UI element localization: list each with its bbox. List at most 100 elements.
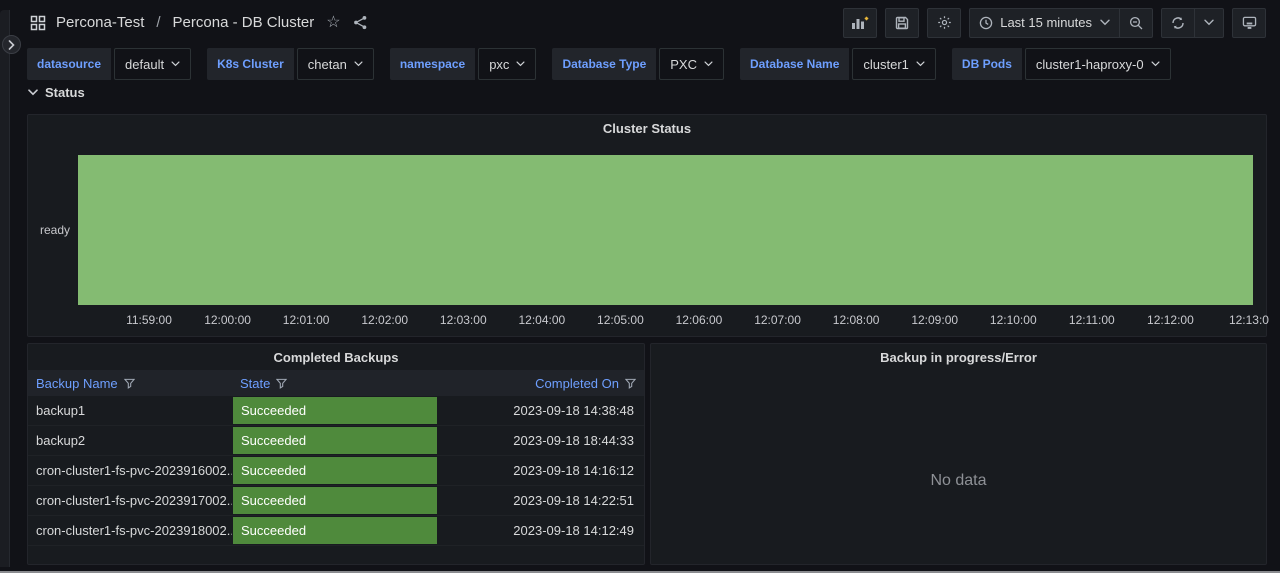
variable-pill: Database Name cluster1 xyxy=(740,48,936,80)
chevron-down-icon xyxy=(516,61,525,67)
chevron-down-icon xyxy=(916,61,925,67)
x-axis-tick: 12:07:00 xyxy=(754,313,801,327)
cell-completed-on: 2023-09-18 14:38:48 xyxy=(438,396,644,425)
section-title: Status xyxy=(45,85,85,100)
cell-state: Succeeded xyxy=(232,396,438,425)
status-badge-succeeded: Succeeded xyxy=(233,517,437,544)
cell-backup-name: backup2 xyxy=(28,426,232,455)
variable-value-dropdown[interactable]: default xyxy=(114,48,191,80)
refresh-dashboard-button[interactable] xyxy=(1161,8,1195,38)
x-axis-tick: 12:13:0 xyxy=(1229,313,1269,327)
time-range-picker[interactable]: Last 15 minutes xyxy=(969,8,1120,38)
variable-value-text: pxc xyxy=(489,57,509,72)
variables-bar: datasource default K8s Cluster chetan na… xyxy=(12,45,1280,83)
zoom-out-icon xyxy=(1129,16,1143,30)
filter-icon[interactable] xyxy=(124,378,135,389)
x-axis-tick: 12:08:00 xyxy=(833,313,880,327)
share-icon xyxy=(353,15,368,30)
x-axis-tick: 12:00:00 xyxy=(204,313,251,327)
add-panel-button[interactable] xyxy=(843,8,877,38)
x-axis-tick: 12:06:00 xyxy=(676,313,723,327)
y-axis-category-label: ready xyxy=(40,223,70,237)
chevron-down-icon xyxy=(171,61,180,67)
filter-icon[interactable] xyxy=(276,378,287,389)
save-dashboard-button[interactable] xyxy=(885,8,919,38)
table-body: backup1 Succeeded 2023-09-18 14:38:48 ba… xyxy=(28,396,644,546)
variable-value-dropdown[interactable]: chetan xyxy=(297,48,374,80)
x-axis-tick: 12:11:00 xyxy=(1069,313,1115,327)
backup-in-progress-panel: Backup in progress/Error No data xyxy=(650,343,1267,565)
cluster-status-panel: Cluster Status ready 11:59:00 12:00:00 12:… xyxy=(27,114,1267,337)
chevron-down-icon xyxy=(28,89,38,96)
column-header-completed-on[interactable]: Completed On xyxy=(438,376,644,391)
dashboard-settings-button[interactable] xyxy=(927,8,961,38)
x-axis-tick: 11:59:00 xyxy=(126,313,172,327)
breadcrumb: Percona-Test / Percona - DB Cluster xyxy=(30,14,314,31)
cell-completed-on: 2023-09-18 18:44:33 xyxy=(438,426,644,455)
x-axis-tick: 12:05:00 xyxy=(597,313,644,327)
chevron-down-icon xyxy=(354,61,363,67)
cell-state: Succeeded xyxy=(232,516,438,545)
chevron-right-icon xyxy=(8,40,15,50)
x-axis-ticks: 11:59:0012:00:0012:01:0012:02:0012:03:00… xyxy=(28,313,1266,329)
breadcrumb-folder[interactable]: Percona-Test xyxy=(56,14,144,31)
column-header-state[interactable]: State xyxy=(232,376,438,391)
cell-backup-name: cron-cluster1-fs-pvc-2023916002... xyxy=(28,456,232,485)
variable-value-text: cluster1-haproxy-0 xyxy=(1036,57,1144,72)
favorite-star-button[interactable]: ☆ xyxy=(326,15,340,31)
variable-label: namespace xyxy=(390,48,475,80)
variable-label: DB Pods xyxy=(952,48,1022,80)
column-header-label: Backup Name xyxy=(36,376,118,391)
cell-state: Succeeded xyxy=(232,486,438,515)
refresh-group xyxy=(1161,8,1224,38)
status-badge-succeeded: Succeeded xyxy=(233,487,437,514)
apps-grid-icon xyxy=(30,15,46,31)
cell-backup-name: cron-cluster1-fs-pvc-2023918002... xyxy=(28,516,232,545)
no-data-message: No data xyxy=(651,472,1266,490)
section-status-toggle[interactable]: Status xyxy=(28,85,85,100)
table-row: backup1 Succeeded 2023-09-18 14:38:48 xyxy=(28,396,644,426)
variable-value-text: chetan xyxy=(308,57,347,72)
variable-label: Database Name xyxy=(740,48,849,80)
star-icon: ☆ xyxy=(326,15,340,31)
variable-value-dropdown[interactable]: pxc xyxy=(478,48,536,80)
breadcrumb-separator: / xyxy=(154,14,162,31)
x-axis-tick: 12:04:00 xyxy=(518,313,565,327)
column-header-label: Completed On xyxy=(535,376,619,391)
breadcrumb-dashboard-title[interactable]: Percona - DB Cluster xyxy=(173,14,315,31)
x-axis-tick: 12:12:00 xyxy=(1147,313,1194,327)
kiosk-mode-button[interactable] xyxy=(1232,8,1266,38)
chevron-down-icon xyxy=(1151,61,1160,67)
x-axis-tick: 12:09:00 xyxy=(911,313,958,327)
table-row: cron-cluster1-fs-pvc-2023918002... Succe… xyxy=(28,516,644,546)
variable-pill: K8s Cluster chetan xyxy=(207,48,374,80)
variable-value-dropdown[interactable]: cluster1-haproxy-0 xyxy=(1025,48,1171,80)
monitor-icon xyxy=(1242,16,1257,30)
variable-value-dropdown[interactable]: cluster1 xyxy=(852,48,936,80)
share-button[interactable] xyxy=(353,15,368,30)
cell-backup-name: cron-cluster1-fs-pvc-2023917002... xyxy=(28,486,232,515)
zoom-out-time-button[interactable] xyxy=(1120,8,1153,38)
variable-label: K8s Cluster xyxy=(207,48,294,80)
filter-icon[interactable] xyxy=(625,378,636,389)
panel-title-completed-backups[interactable]: Completed Backups xyxy=(28,344,644,370)
gear-icon xyxy=(937,15,952,30)
column-header-backup-name[interactable]: Backup Name xyxy=(28,376,232,391)
variable-label: datasource xyxy=(27,48,111,80)
refresh-interval-dropdown[interactable] xyxy=(1195,8,1224,38)
panel-title-backup-in-progress[interactable]: Backup in progress/Error xyxy=(651,344,1266,370)
x-axis-tick: 12:03:00 xyxy=(440,313,487,327)
table-row: cron-cluster1-fs-pvc-2023917002... Succe… xyxy=(28,486,644,516)
sidebar-expand-toggle[interactable] xyxy=(2,35,21,54)
status-badge-succeeded: Succeeded xyxy=(233,397,437,424)
panel-title-cluster-status[interactable]: Cluster Status xyxy=(28,115,1266,141)
cell-completed-on: 2023-09-18 14:16:12 xyxy=(438,456,644,485)
add-panel-icon xyxy=(851,15,869,31)
chevron-down-icon xyxy=(1204,19,1214,26)
x-axis-tick: 12:02:00 xyxy=(361,313,408,327)
left-dock-strip xyxy=(0,10,10,567)
variable-pill: datasource default xyxy=(27,48,191,80)
variable-value-dropdown[interactable]: PXC xyxy=(659,48,724,80)
dashboard-toolbar: Last 15 minutes xyxy=(843,8,1266,38)
variable-pill: Database Type PXC xyxy=(552,48,724,80)
